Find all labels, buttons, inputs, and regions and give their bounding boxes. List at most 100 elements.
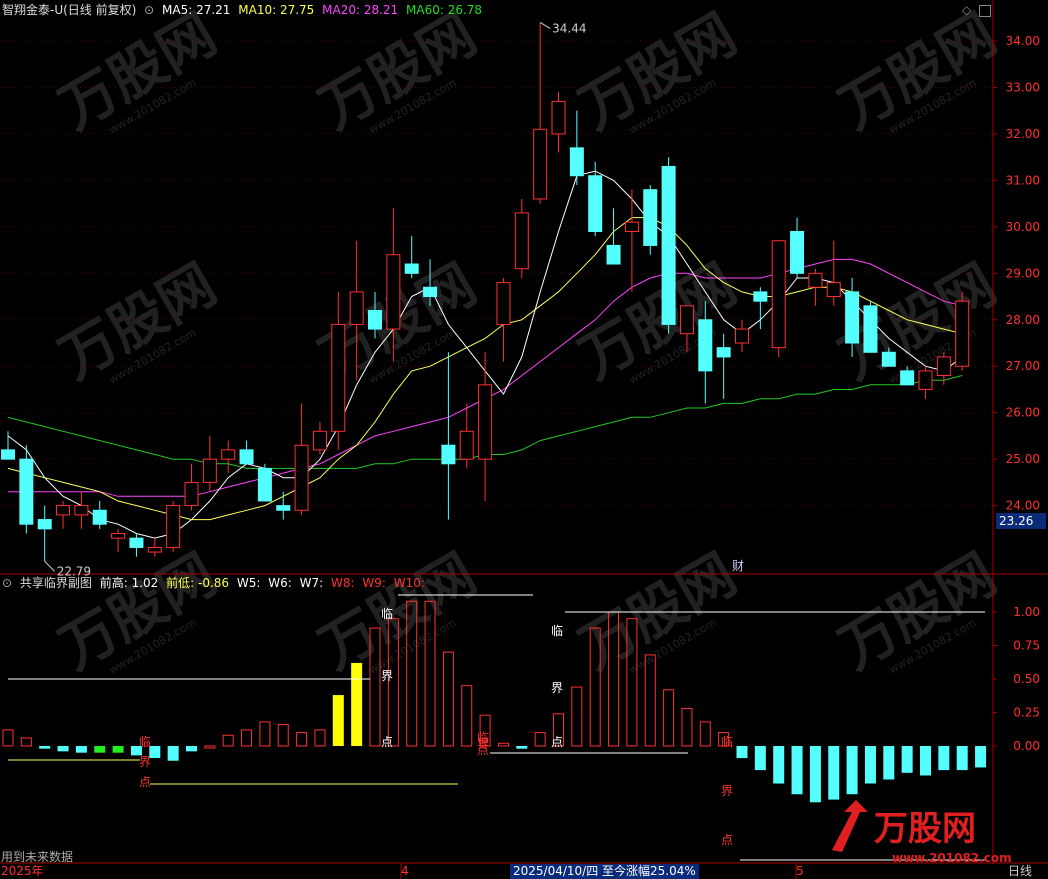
indicator-title[interactable]: 共享临界副图 — [20, 576, 92, 590]
candle-up — [624, 221, 639, 232]
candle-up — [955, 300, 970, 367]
candle-down — [863, 305, 878, 353]
expand-icon[interactable] — [979, 4, 992, 17]
candle-down — [92, 509, 107, 525]
critical-point-char: 点 — [721, 833, 733, 847]
indicator-bar — [167, 746, 179, 761]
candle-up — [349, 291, 364, 325]
candle-down — [129, 537, 144, 548]
critical-point-char: 临 — [139, 735, 151, 749]
candle-down — [441, 444, 456, 465]
indicator-axis-label: 0.00 — [1013, 739, 1040, 753]
candle-up — [459, 430, 474, 460]
finance-marker: 财 — [732, 559, 744, 573]
stock-chart-canvas[interactable]: 万股网www.201082.com 万股网www.201082.com 万股网www… — [0, 0, 1048, 879]
candle-up — [294, 444, 309, 511]
candle-down — [790, 230, 805, 274]
indicator-bar — [773, 746, 785, 784]
price-axis-label: 27.00 — [1006, 359, 1040, 373]
candle-down — [753, 291, 768, 302]
indicator-axis-label: 0.50 — [1013, 672, 1040, 686]
indicator-bar — [864, 746, 876, 784]
critical-point-char: 界 — [551, 681, 563, 695]
collapse-icon[interactable]: ⊙ — [2, 576, 12, 590]
brand-logo-icon: 万股网 www.201082.com — [832, 800, 1012, 865]
watermark: 万股网www.201082.com — [49, 252, 227, 392]
candle-up — [221, 449, 236, 460]
watermark: 万股网www.201082.com — [309, 542, 487, 682]
watermark: 万股网www.201082.com — [569, 2, 747, 142]
indicator-bar — [57, 746, 69, 752]
collapse-icon[interactable]: ⊙ — [144, 3, 154, 17]
indicator-axis-label: 0.25 — [1013, 706, 1040, 720]
price-axis-label: 33.00 — [1006, 80, 1040, 94]
price-axis-label: 31.00 — [1006, 173, 1040, 187]
candle-down — [276, 505, 291, 511]
period-selector[interactable]: 日线 — [1008, 864, 1032, 879]
critical-point-char: 点 — [551, 735, 563, 749]
price-axis-label: 26.00 — [1006, 406, 1040, 420]
candle-up — [918, 370, 933, 390]
indicator-bar — [461, 685, 473, 747]
ma5-value: MA5: 27.21 — [162, 3, 231, 17]
indicator-axis-label: 0.75 — [1013, 639, 1040, 653]
price-axis-label: 25.00 — [1006, 452, 1040, 466]
window-controls: ◇ — [962, 2, 995, 18]
stock-title[interactable]: 智翔金泰-U(日线 前复权) — [2, 3, 136, 17]
candle-up — [551, 100, 566, 135]
indicator-bar — [663, 689, 675, 747]
high-price-label: 34.44 — [552, 21, 586, 35]
indicator-bar — [754, 746, 766, 771]
indicator-bar — [901, 746, 913, 773]
indicator-bar — [314, 729, 326, 747]
critical-point-char: 点 — [477, 743, 489, 757]
critical-point-char: 界 — [139, 755, 151, 769]
axis-month-4: 4 — [401, 864, 409, 878]
ma20-value: MA20: 28.21 — [322, 3, 399, 17]
w9-label: W9: — [362, 576, 386, 590]
price-axis-label: 29.00 — [1006, 266, 1040, 280]
candle-up — [496, 282, 511, 325]
prev-low-value: -0.86 — [198, 576, 230, 590]
diamond-icon[interactable]: ◇ — [962, 3, 971, 17]
indicator-bar — [186, 746, 197, 752]
prev-high-value: 前高: 1.02 — [99, 576, 159, 590]
candle-up — [936, 356, 951, 377]
candle-up — [56, 505, 71, 516]
candle-down — [19, 458, 34, 525]
watermark: 万股网www.201082.com — [309, 2, 487, 142]
price-axis-label: 24.00 — [1006, 499, 1040, 513]
brand-logo-url: www.201082.com — [892, 851, 1012, 865]
indicator-bar — [94, 746, 106, 753]
candle-down — [588, 175, 603, 232]
indicator-axis-label: 1.00 — [1013, 605, 1040, 619]
candle-up — [312, 430, 327, 451]
indicator-bar — [956, 746, 968, 771]
future-data-note: 用到未来数据 — [1, 850, 74, 864]
watermark: 万股网www.201082.com — [569, 542, 747, 682]
watermark: 万股网www.201082.com — [569, 252, 747, 392]
candle-up — [166, 505, 181, 548]
indicator-bar — [571, 686, 583, 747]
candle-down — [569, 147, 584, 177]
price-axis-label: 32.00 — [1006, 127, 1040, 141]
arrow-icon — [832, 800, 868, 852]
candle-up — [147, 546, 162, 553]
indicator-bar — [222, 734, 234, 747]
current-price-badge: 23.26 — [996, 513, 1046, 529]
indicator-bar — [681, 707, 693, 747]
indicator-bar — [332, 695, 344, 746]
indicator-bar — [699, 721, 711, 747]
prev-low-label: 前低: — [166, 576, 195, 590]
candle-up — [111, 532, 126, 539]
indicator-bar — [204, 745, 216, 749]
indicator-bar — [938, 746, 950, 771]
axis-month-5: 5 — [796, 864, 804, 878]
candle-up — [74, 505, 89, 516]
candle-down — [661, 165, 676, 325]
indicator-bar — [846, 746, 858, 795]
indicator-bar — [516, 746, 528, 749]
chart-annotations: 34.4422.79 财临界点临界点临界点临界点临界点 — [44, 21, 744, 847]
candle-up — [735, 328, 749, 344]
critical-point-char: 临 — [551, 624, 563, 638]
